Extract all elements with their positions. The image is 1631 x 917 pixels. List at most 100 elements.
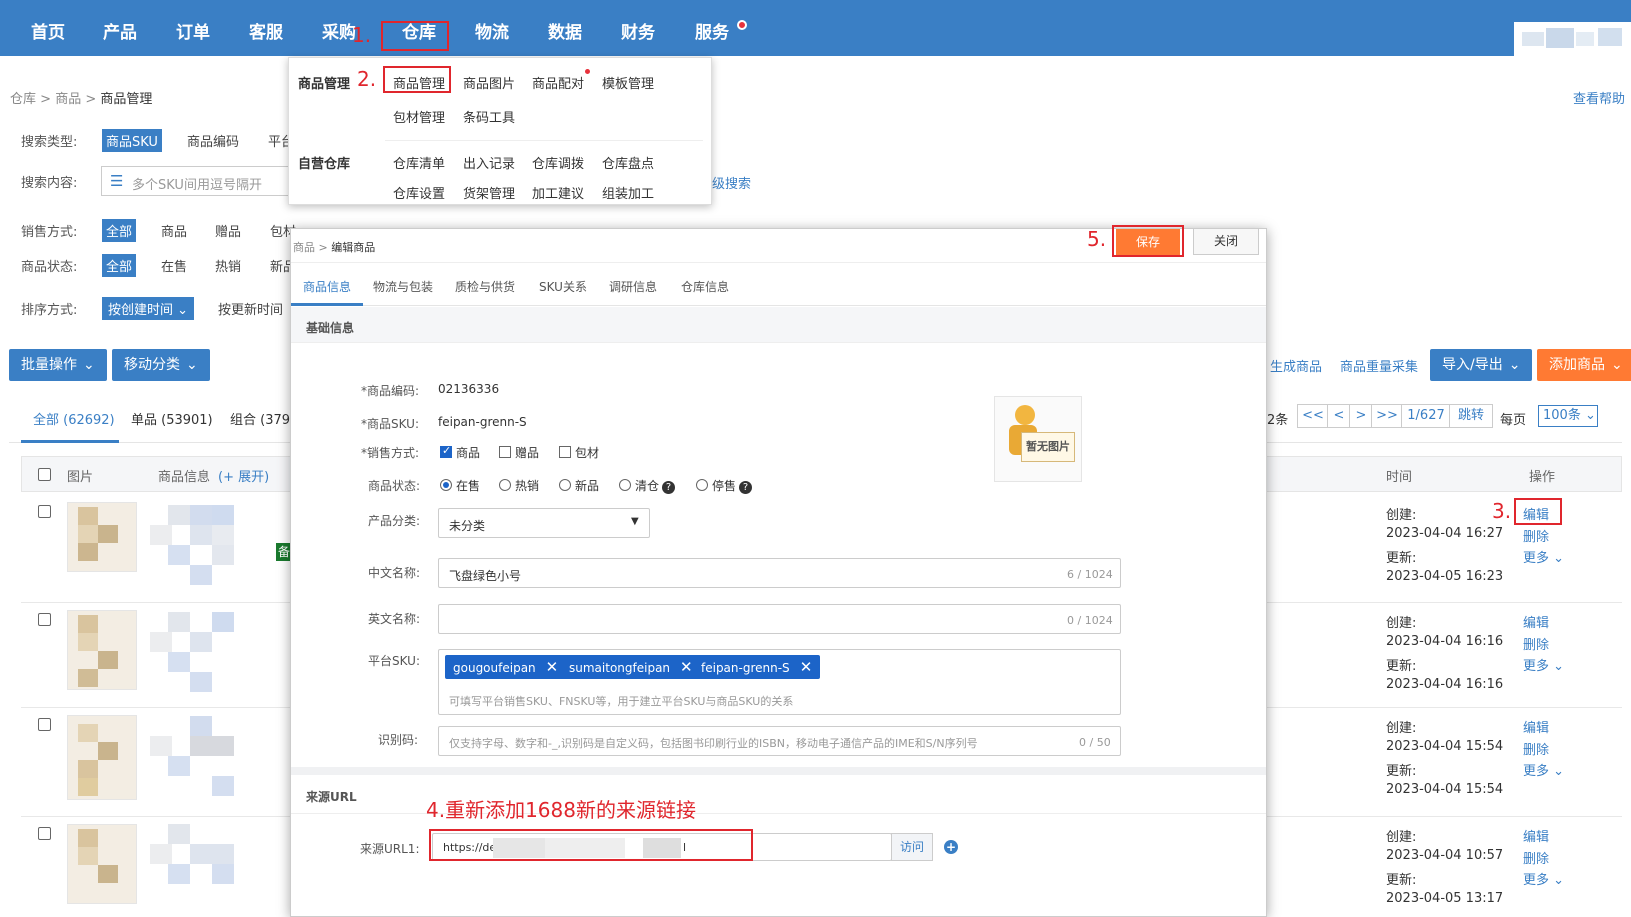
nav-finance[interactable]: 财务 — [621, 18, 655, 43]
status-hot[interactable]: 热销 — [215, 256, 241, 275]
user-area[interactable] — [1514, 22, 1631, 56]
product-image-placeholder[interactable]: 暂无图片 — [994, 396, 1082, 482]
import-export-button[interactable]: 导入/导出 ⌄ — [1430, 349, 1533, 381]
status-all[interactable]: 全部 — [102, 254, 137, 277]
more-link[interactable]: 更多 ⌄ — [1523, 869, 1564, 888]
search-type-code[interactable]: 商品编码 — [187, 131, 239, 150]
help-icon[interactable]: ? — [662, 481, 676, 494]
batch-operation-button[interactable]: 批量操作 ⌄ — [9, 349, 107, 381]
menu-template[interactable]: 模板管理 — [602, 73, 654, 92]
status-onsale[interactable]: 在售 — [161, 256, 187, 275]
tab-single[interactable]: 单品 (53901) — [131, 409, 213, 428]
tab-combo[interactable]: 组合 (379) — [230, 409, 295, 428]
menu-transfer[interactable]: 仓库调拨 — [532, 153, 584, 172]
tab-qc-supply[interactable]: 质检与供货 — [455, 278, 515, 295]
row-checkbox[interactable] — [38, 613, 51, 626]
cn-name-input[interactable]: 飞盘绿色小号 6 / 1024 — [438, 558, 1121, 588]
menu-shelf-manage[interactable]: 货架管理 — [463, 183, 515, 202]
row-checkbox[interactable] — [38, 505, 51, 518]
menu-goods-images[interactable]: 商品图片 — [463, 73, 515, 92]
tab-all[interactable]: 全部 (62692) — [33, 409, 115, 428]
status-clearance-radio[interactable] — [619, 479, 631, 491]
status-onsale-radio[interactable] — [440, 479, 452, 491]
sales-goods-checkbox[interactable] — [440, 444, 452, 458]
sales-gift-checkbox[interactable] — [499, 446, 511, 458]
more-link[interactable]: 更多 ⌄ — [1523, 655, 1564, 674]
delete-link[interactable]: 删除 — [1523, 526, 1549, 545]
menu-barcode[interactable]: 条码工具 — [463, 107, 515, 126]
platform-sku-tag[interactable]: gougoufeipan ✕ — [445, 655, 567, 679]
tab-logistics[interactable]: 物流与包装 — [373, 278, 433, 295]
help-link[interactable]: 查看帮助 — [1573, 88, 1625, 107]
menu-warehouse-settings[interactable]: 仓库设置 — [393, 183, 445, 202]
more-link[interactable]: 更多 ⌄ — [1523, 760, 1564, 779]
per-page-select[interactable]: 100条 ⌄ — [1538, 405, 1598, 427]
pager-jump[interactable]: 跳转 — [1449, 404, 1493, 428]
add-url-icon[interactable]: + — [944, 840, 958, 854]
edit-link[interactable]: 编辑 — [1523, 826, 1549, 845]
move-category-button[interactable]: 移动分类 ⌄ — [112, 349, 210, 381]
close-icon[interactable]: ✕ — [546, 658, 559, 676]
nav-home[interactable]: 首页 — [31, 18, 65, 43]
pager-next[interactable]: > — [1349, 404, 1373, 428]
nav-orders[interactable]: 订单 — [176, 18, 210, 43]
advanced-search-link[interactable]: 级搜索 — [712, 173, 751, 192]
weight-collect-link[interactable]: 商品重量采集 — [1340, 356, 1418, 375]
more-link[interactable]: 更多 ⌄ — [1523, 547, 1564, 566]
pager-last[interactable]: >> — [1371, 404, 1403, 428]
sales-all[interactable]: 全部 — [102, 219, 137, 242]
close-button[interactable]: 关闭 — [1193, 228, 1259, 255]
add-goods-button[interactable]: 添加商品 ⌄ — [1537, 349, 1631, 381]
status-new-radio[interactable] — [559, 479, 571, 491]
sort-updated[interactable]: 按更新时间 — [218, 299, 283, 318]
breadcrumb-warehouse[interactable]: 仓库 — [10, 92, 36, 107]
sales-packing-checkbox[interactable] — [559, 446, 571, 458]
tab-sku-relation[interactable]: SKU关系 — [539, 278, 587, 295]
select-all-checkbox[interactable] — [38, 468, 51, 481]
nav-data[interactable]: 数据 — [548, 18, 582, 43]
search-type-sku[interactable]: 商品SKU — [102, 129, 162, 152]
close-icon[interactable]: ✕ — [800, 658, 813, 676]
pager-first[interactable]: << — [1297, 404, 1329, 428]
menu-warehouse-list[interactable]: 仓库清单 — [393, 153, 445, 172]
status-stopped-radio[interactable] — [696, 479, 708, 491]
platform-sku-tag[interactable]: feipan-grenn-S ✕ — [693, 655, 821, 679]
visit-button[interactable]: 访问 — [891, 833, 933, 861]
sales-gift[interactable]: 赠品 — [215, 221, 241, 240]
nav-logistics[interactable]: 物流 — [475, 18, 509, 43]
delete-link[interactable]: 删除 — [1523, 848, 1549, 867]
edit-link[interactable]: 编辑 — [1523, 612, 1549, 631]
row-checkbox[interactable] — [38, 718, 51, 731]
sales-goods[interactable]: 商品 — [161, 221, 187, 240]
menu-goods-pairing[interactable]: 商品配对 — [532, 73, 584, 92]
status-hot-radio[interactable] — [499, 479, 511, 491]
menu-stocktake[interactable]: 仓库盘点 — [602, 153, 654, 172]
generate-goods-link[interactable]: 生成商品 — [1270, 356, 1322, 375]
menu-packing[interactable]: 包材管理 — [393, 107, 445, 126]
tab-research[interactable]: 调研信息 — [609, 278, 657, 295]
expand-link[interactable]: (+ 展开) — [218, 466, 269, 485]
edit-link[interactable]: 编辑 — [1523, 717, 1549, 736]
identifier-input[interactable]: 仅支持字母、数字和-_,识别码是自定义码，包括图书印刷行业的ISBN，移动电子通… — [438, 726, 1121, 756]
row-checkbox[interactable] — [38, 827, 51, 840]
platform-sku-input[interactable]: gougoufeipan ✕ sumaitongfeipan ✕ feipan-gr… — [438, 649, 1121, 715]
help-icon[interactable]: ? — [739, 481, 753, 494]
en-name-input[interactable]: 0 / 1024 — [438, 604, 1121, 634]
nav-services[interactable]: 服务 — [695, 18, 729, 43]
pager-prev[interactable]: < — [1327, 404, 1351, 428]
delete-link[interactable]: 删除 — [1523, 634, 1549, 653]
menu-processing-advice[interactable]: 加工建议 — [532, 183, 584, 202]
nav-service[interactable]: 客服 — [249, 18, 283, 43]
nav-purchase[interactable]: 采购 — [322, 18, 356, 43]
tab-goods-info[interactable]: 商品信息 — [303, 278, 351, 295]
sort-created[interactable]: 按创建时间 ⌄ — [102, 297, 195, 320]
close-icon[interactable]: ✕ — [680, 658, 693, 676]
menu-assembly[interactable]: 组装加工 — [602, 183, 654, 202]
breadcrumb-goods[interactable]: 商品 — [55, 92, 81, 107]
platform-sku-tag[interactable]: sumaitongfeipan ✕ — [561, 655, 701, 679]
delete-link[interactable]: 删除 — [1523, 739, 1549, 758]
tab-warehouse-info[interactable]: 仓库信息 — [681, 278, 729, 295]
category-select[interactable]: 未分类 ▼ — [438, 508, 650, 538]
nav-products[interactable]: 产品 — [103, 18, 137, 43]
search-input[interactable]: ☰ 多个SKU间用逗号隔开 — [101, 166, 291, 196]
